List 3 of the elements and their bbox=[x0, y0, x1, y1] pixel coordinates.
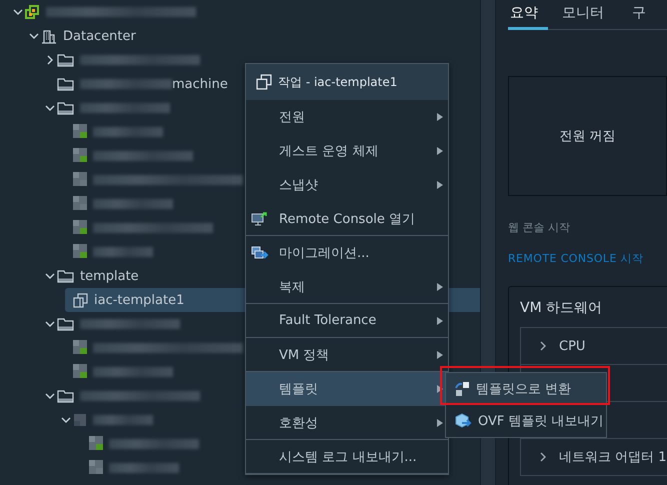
menu-title: 작업 - iac-template1 bbox=[278, 74, 398, 90]
card-title: VM 하드웨어 bbox=[520, 299, 604, 317]
power-state-text: 전원 꺼짐 bbox=[559, 128, 616, 145]
